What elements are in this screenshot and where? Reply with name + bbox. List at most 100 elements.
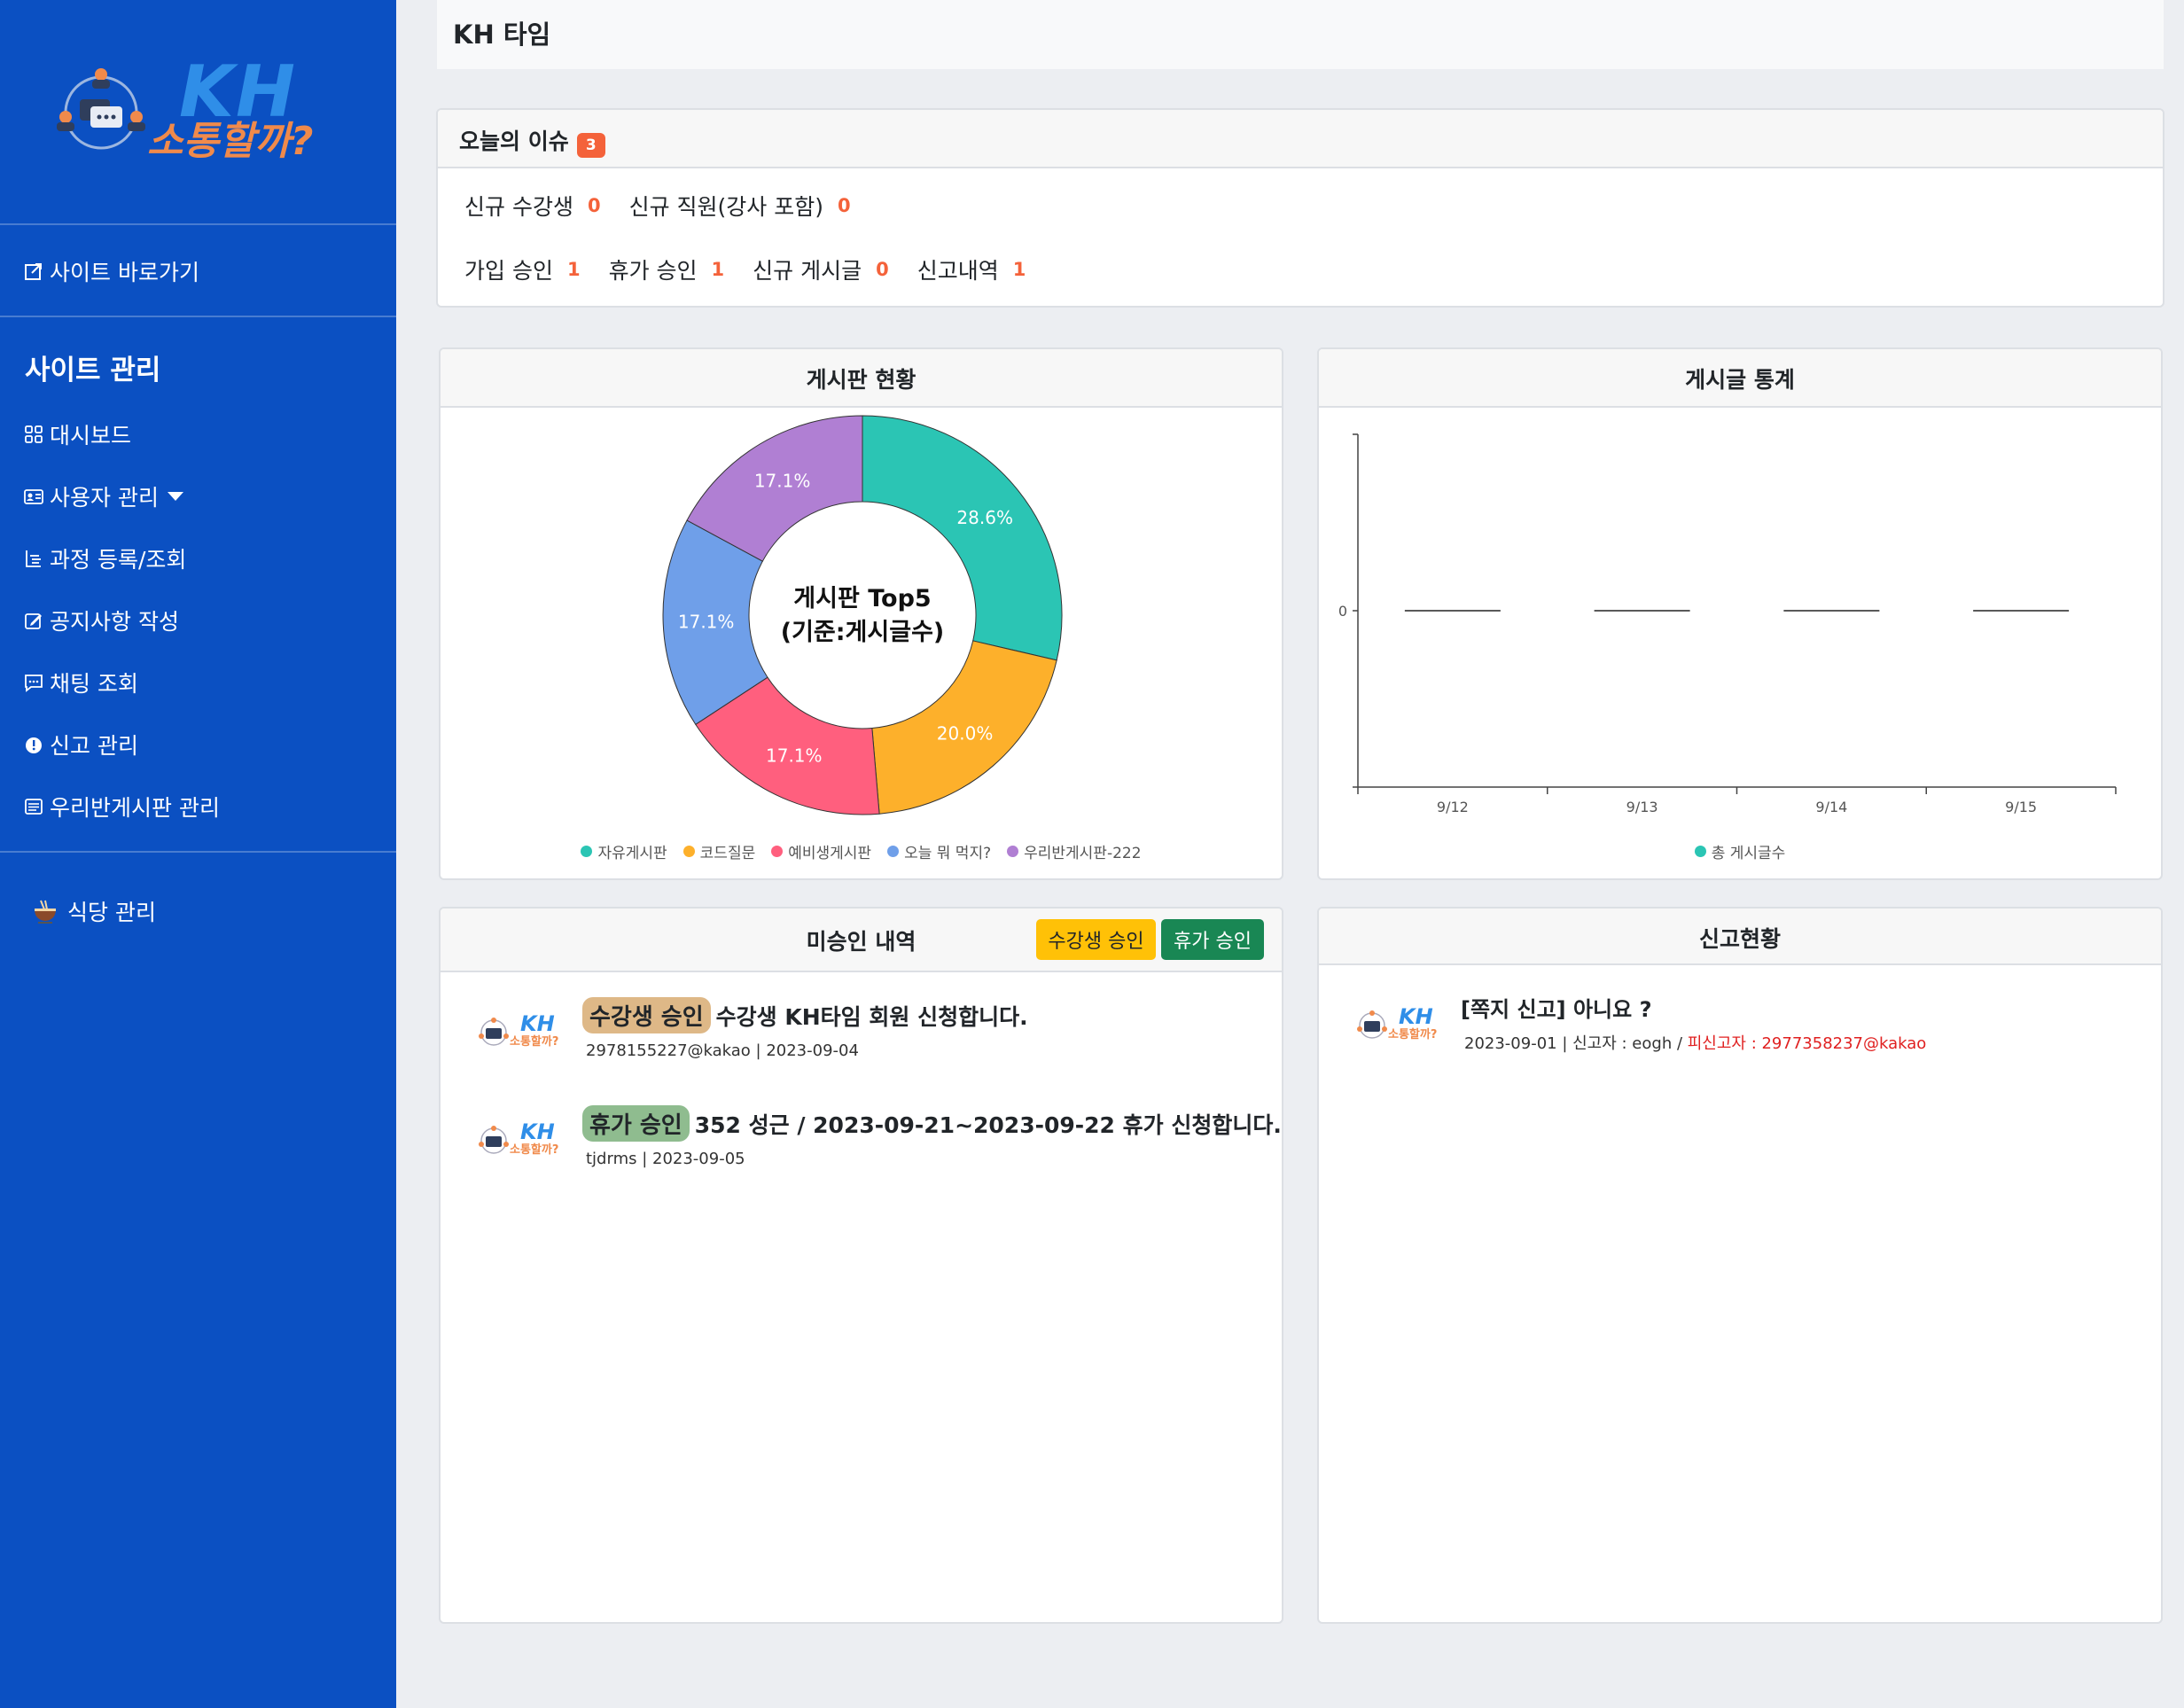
sidebar-item-users[interactable]: 사용자 관리 — [23, 480, 183, 512]
stat-label: 가입 승인 — [464, 258, 553, 284]
board-icon — [23, 796, 44, 817]
sidebar-item-courses[interactable]: 과정 등록/조회 — [23, 542, 186, 574]
issues-card: 오늘의 이슈 3 신규 수강생 0 신규 직원(강사 포함) 0 가입 승인 1… — [436, 108, 2164, 308]
user-card-icon — [23, 486, 44, 507]
external-link-icon — [23, 261, 44, 282]
issues-row-2: 가입 승인 1 휴가 승인 1 신규 게시글 0 신고내역 1 — [464, 253, 1054, 285]
legend-item[interactable]: 오늘 뭐 먹지? — [887, 840, 991, 862]
list-item[interactable]: KH 소통할까? [쪽지 신고] 아니요 ? 2023-09-01 | 신고자 … — [1354, 990, 2143, 1070]
slice-label: 17.1% — [678, 611, 735, 632]
community-logo-icon — [57, 68, 145, 150]
x-tick-label: 9/15 — [2005, 799, 2037, 815]
pending-item-text: 수강생 KH타임 회원 신청합니다. — [715, 1004, 1028, 1030]
post-stats-header: 게시글 통계 — [1319, 349, 2161, 408]
legend-item[interactable]: 코드질문 — [682, 840, 756, 862]
issues-card-header: 오늘의 이슈 3 — [438, 110, 2163, 168]
legend-item[interactable]: 총 게시글수 — [1694, 840, 1785, 862]
donut-legend: 자유게시판 코드질문 예비생게시판 오늘 뭐 먹지? 우리반게시판-222 — [441, 840, 1282, 862]
slice-label: 17.1% — [754, 470, 811, 491]
stat-label: 휴가 승인 — [608, 258, 698, 284]
chat-icon — [23, 672, 44, 693]
sidebar-item-chat[interactable]: 채팅 조회 — [23, 667, 138, 698]
stat-value[interactable]: 1 — [712, 259, 725, 280]
sidebar: KH 소통할까? 사이트 바로가기 사이트 관리 대시보드 사용자 관리 과정 … — [0, 0, 396, 1708]
list-item[interactable]: KH 소통할까? 수강생 승인 수강생 KH타임 회원 신청합니다. 297815… — [476, 997, 1264, 1077]
sidebar-item-label: 채팅 조회 — [50, 671, 138, 697]
leave-approval-button[interactable]: 휴가 승인 — [1161, 919, 1264, 960]
sidebar-divider — [0, 851, 396, 853]
stat-label: 신고내역 — [916, 258, 999, 284]
slice-label: 20.0% — [937, 722, 994, 744]
post-stats-title: 게시글 통계 — [1685, 367, 1795, 393]
stat-value[interactable]: 1 — [567, 259, 581, 280]
legend-swatch — [581, 846, 593, 857]
stat-value[interactable]: 0 — [588, 195, 601, 216]
pending-item-title: 수강생 승인 수강생 KH타임 회원 신청합니다. — [582, 997, 1028, 1033]
donut-center-subtitle: (기준:게시글수) — [781, 619, 945, 646]
list-tree-icon — [23, 548, 44, 569]
stat-label: 신규 직원(강사 포함) — [628, 194, 823, 220]
topbar: KH 타임 — [437, 0, 2164, 69]
issues-count-badge: 3 — [576, 132, 605, 158]
legend-label: 오늘 뭐 먹지? — [904, 845, 992, 862]
report-item-meta: 2023-09-01 | 신고자 : eogh / 피신고자 : 2977358… — [1464, 1031, 1926, 1054]
legend-swatch — [1007, 846, 1019, 857]
pending-item-text: 352 성근 / 2023-09-21~2023-09-22 휴가 신청합니다. — [694, 1112, 1282, 1138]
site-shortcut-link[interactable]: 사이트 바로가기 — [23, 255, 199, 287]
board-status-header: 게시판 현황 — [441, 349, 1282, 408]
site-shortcut-label: 사이트 바로가기 — [50, 260, 199, 285]
pending-card: 미승인 내역 수강생 승인 휴가 승인 KH 소통할까? 수강생 승인 수강생 K… — [439, 907, 1283, 1624]
sidebar-section-title: 사이트 관리 — [25, 355, 161, 386]
report-item-title: [쪽지 신고] 아니요 ? — [1461, 997, 1652, 1022]
bar-legend: 총 게시글수 — [1319, 840, 2161, 862]
reports-card: 신고현황 KH 소통할까? [쪽지 신고] 아니요 ? 2023-09-01 |… — [1317, 907, 2163, 1624]
leave-approval-tag: 휴가 승인 — [582, 1105, 690, 1142]
sidebar-item-dashboard[interactable]: 대시보드 — [23, 418, 131, 450]
reports-header: 신고현황 — [1319, 909, 2161, 965]
svg-text:소통할까?: 소통할까? — [1388, 1027, 1437, 1041]
donut-center-title: 게시판 Top5 — [793, 585, 931, 612]
sidebar-item-label: 식당 관리 — [67, 900, 156, 925]
svg-text:KH: KH — [520, 1119, 555, 1144]
sidebar-item-class-board[interactable]: 우리반게시판 관리 — [23, 791, 220, 823]
legend-item[interactable]: 자유게시판 — [581, 840, 667, 862]
svg-text:소통할까?: 소통할까? — [510, 1034, 558, 1049]
logo[interactable]: KH 소통할까? — [55, 57, 339, 172]
slice-label: 28.6% — [956, 507, 1013, 528]
alert-icon — [23, 734, 44, 755]
pending-header: 미승인 내역 수강생 승인 휴가 승인 — [441, 909, 1282, 972]
legend-swatch — [887, 846, 900, 857]
sidebar-divider — [0, 223, 396, 225]
post-stats-card: 게시글 통계 0 9/12 9/13 9/14 9/15 총 게시글수 — [1317, 347, 2163, 880]
ramen-bowl-icon — [32, 898, 58, 924]
stat-value[interactable]: 0 — [838, 195, 851, 216]
issues-row-1: 신규 수강생 0 신규 직원(강사 포함) 0 — [464, 190, 879, 222]
sidebar-item-label: 공지사항 작성 — [50, 609, 179, 635]
legend-item[interactable]: 우리반게시판-222 — [1007, 840, 1142, 862]
svg-text:소통할까?: 소통할까? — [510, 1143, 558, 1157]
legend-label: 우리반게시판-222 — [1024, 845, 1142, 862]
stat-value[interactable]: 0 — [876, 259, 889, 280]
board-status-title: 게시판 현황 — [806, 367, 916, 393]
legend-label: 자유게시판 — [597, 845, 667, 862]
legend-item[interactable]: 예비생게시판 — [771, 840, 871, 862]
sidebar-item-reports[interactable]: 신고 관리 — [23, 729, 138, 760]
list-item[interactable]: KH 소통할까? 휴가 승인 352 성근 / 2023-09-21~2023-0… — [476, 1105, 1282, 1185]
legend-swatch — [682, 846, 695, 857]
legend-label: 코드질문 — [699, 845, 756, 862]
student-approval-button[interactable]: 수강생 승인 — [1036, 919, 1156, 960]
report-meta-text: 2023-09-01 | 신고자 : eogh / — [1464, 1034, 1688, 1053]
stat-value[interactable]: 1 — [1013, 259, 1026, 280]
x-tick-label: 9/13 — [1626, 799, 1658, 815]
slice-label: 17.1% — [766, 745, 823, 767]
board-status-card: 게시판 현황 28.6% 20.0% 17.1% 17.1% 17.1% 게시판 Top5… — [439, 347, 1283, 880]
bar-chart: 0 9/12 9/13 9/14 9/15 — [1338, 433, 2117, 815]
caret-down-icon — [167, 492, 183, 501]
kh-logo-icon: KH 소통할까? — [479, 1011, 558, 1049]
legend-swatch — [1694, 846, 1706, 857]
sidebar-item-label: 대시보드 — [50, 423, 132, 448]
sidebar-item-notice[interactable]: 공지사항 작성 — [23, 604, 179, 636]
sidebar-item-restaurant[interactable]: 식당 관리 — [32, 895, 156, 927]
page-title: KH 타임 — [453, 19, 551, 50]
svg-text:KH: KH — [1399, 1004, 1433, 1029]
